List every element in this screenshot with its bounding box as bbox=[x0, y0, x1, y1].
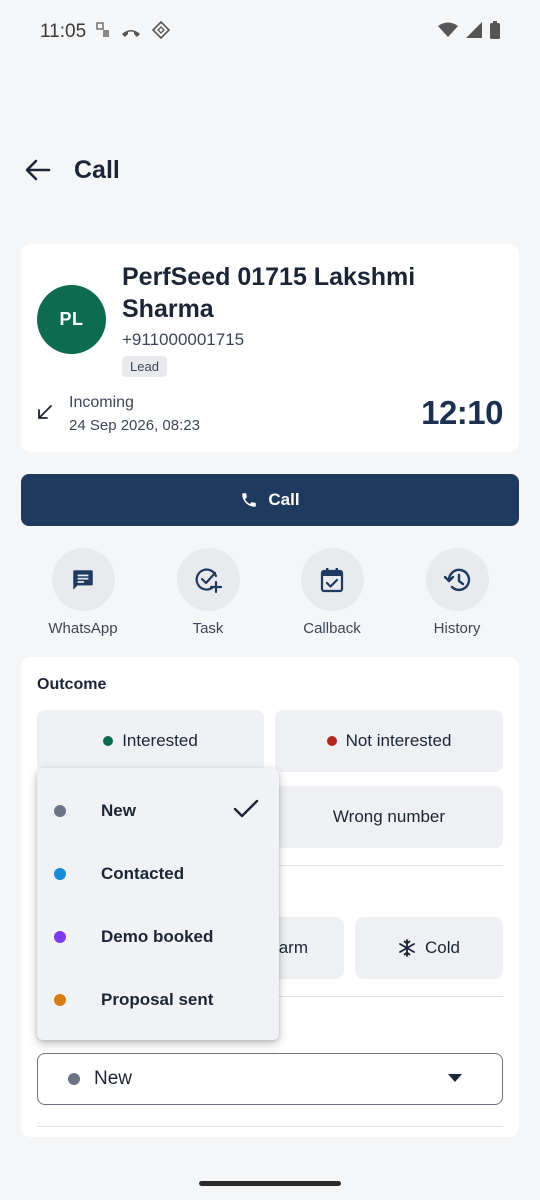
menu-item-label: New bbox=[101, 800, 136, 820]
status-dropdown-menu: New Contacted Demo booked Proposal sent bbox=[37, 768, 279, 1040]
menu-item-proposal-sent[interactable]: Proposal sent bbox=[37, 968, 279, 1031]
chip-not-interested[interactable]: Not interested bbox=[275, 710, 503, 772]
call-datetime: 24 Sep 2026, 08:23 bbox=[69, 417, 200, 434]
lead-badge: Lead bbox=[122, 356, 167, 377]
wifi-icon bbox=[438, 22, 458, 43]
caret-down-icon bbox=[448, 1074, 462, 1082]
calendar-check-icon bbox=[320, 567, 344, 592]
chip-wrong-number-label: Wrong number bbox=[332, 807, 446, 826]
chip-cold[interactable]: Cold bbox=[355, 917, 503, 979]
chip-cold-label: Cold bbox=[425, 938, 460, 957]
battery-icon bbox=[490, 20, 500, 44]
menu-item-contacted[interactable]: Contacted bbox=[37, 842, 279, 905]
signal-icon bbox=[466, 21, 482, 43]
callback-action[interactable]: Callback bbox=[282, 548, 382, 637]
call-duration: 12:10 bbox=[421, 394, 503, 431]
task-action-circle bbox=[176, 548, 240, 611]
home-indicator[interactable] bbox=[199, 1181, 341, 1186]
sim-icon bbox=[96, 21, 110, 43]
chip-wrong-number[interactable]: Wrong number bbox=[275, 786, 503, 848]
app-bar: Call bbox=[0, 140, 540, 200]
chip-warm-label: arm bbox=[278, 938, 308, 957]
divider bbox=[37, 1126, 503, 1127]
call-button[interactable]: Call bbox=[21, 474, 519, 526]
menu-item-label: Proposal sent bbox=[101, 989, 214, 1009]
status-select-value: New bbox=[94, 1068, 133, 1089]
message-icon bbox=[73, 569, 93, 590]
history-action[interactable]: History bbox=[407, 548, 507, 637]
menu-item-dot bbox=[54, 804, 66, 817]
chip-interested-label: Interested bbox=[122, 731, 198, 750]
menu-item-demo-booked[interactable]: Demo booked bbox=[37, 905, 279, 968]
callback-action-circle bbox=[300, 548, 364, 611]
whatsapp-action[interactable]: WhatsApp bbox=[33, 548, 133, 637]
menu-item-label: Contacted bbox=[101, 863, 185, 883]
not-interested-dot bbox=[326, 736, 337, 746]
status-select[interactable]: New bbox=[37, 1053, 503, 1105]
status-time: 11:05 bbox=[40, 21, 87, 42]
history-icon bbox=[443, 568, 471, 591]
status-right bbox=[438, 20, 500, 44]
call-direction: Incoming bbox=[69, 394, 134, 411]
menu-item-new[interactable]: New bbox=[37, 779, 279, 842]
menu-item-label: Demo booked bbox=[101, 926, 214, 946]
task-action-label: Task bbox=[192, 620, 224, 637]
task-add-icon bbox=[195, 567, 222, 593]
incoming-arrow-icon bbox=[37, 404, 53, 425]
callback-action-label: Callback bbox=[303, 620, 361, 637]
quick-actions: WhatsApp Task Callback History bbox=[21, 548, 519, 644]
contact-phone: +911000001715 bbox=[122, 330, 245, 349]
avatar: PL bbox=[37, 285, 106, 354]
call-button-label: Call bbox=[268, 490, 300, 509]
back-button[interactable] bbox=[24, 156, 52, 184]
diamond-icon bbox=[152, 20, 171, 44]
interested-dot bbox=[103, 736, 114, 746]
outcome-title: Outcome bbox=[37, 676, 107, 693]
menu-item-dot bbox=[54, 867, 66, 880]
page-title: Call bbox=[74, 155, 120, 184]
task-action[interactable]: Task bbox=[158, 548, 258, 637]
whatsapp-action-circle bbox=[51, 548, 115, 611]
contact-name: PerfSeed 01715 Lakshmi Sharma bbox=[122, 263, 416, 323]
whatsapp-action-label: WhatsApp bbox=[48, 620, 118, 637]
snowflake-icon bbox=[399, 939, 415, 957]
menu-item-dot bbox=[54, 993, 66, 1006]
chip-not-interested-label: Not interested bbox=[345, 731, 452, 750]
status-bar: 11:05 bbox=[0, 0, 540, 64]
menu-item-dot bbox=[54, 930, 66, 943]
arrow-back-icon bbox=[25, 159, 51, 181]
status-left: 11:05 bbox=[40, 20, 171, 44]
history-action-circle bbox=[425, 548, 489, 611]
status-select-dot bbox=[68, 1073, 80, 1085]
contact-card: PL PerfSeed 01715 Lakshmi Sharma +911000… bbox=[21, 244, 519, 452]
history-action-label: History bbox=[433, 620, 481, 637]
check-icon bbox=[233, 799, 259, 818]
chip-interested[interactable]: Interested bbox=[37, 710, 264, 772]
phone-icon bbox=[242, 493, 257, 507]
missed-call-icon bbox=[120, 22, 142, 43]
